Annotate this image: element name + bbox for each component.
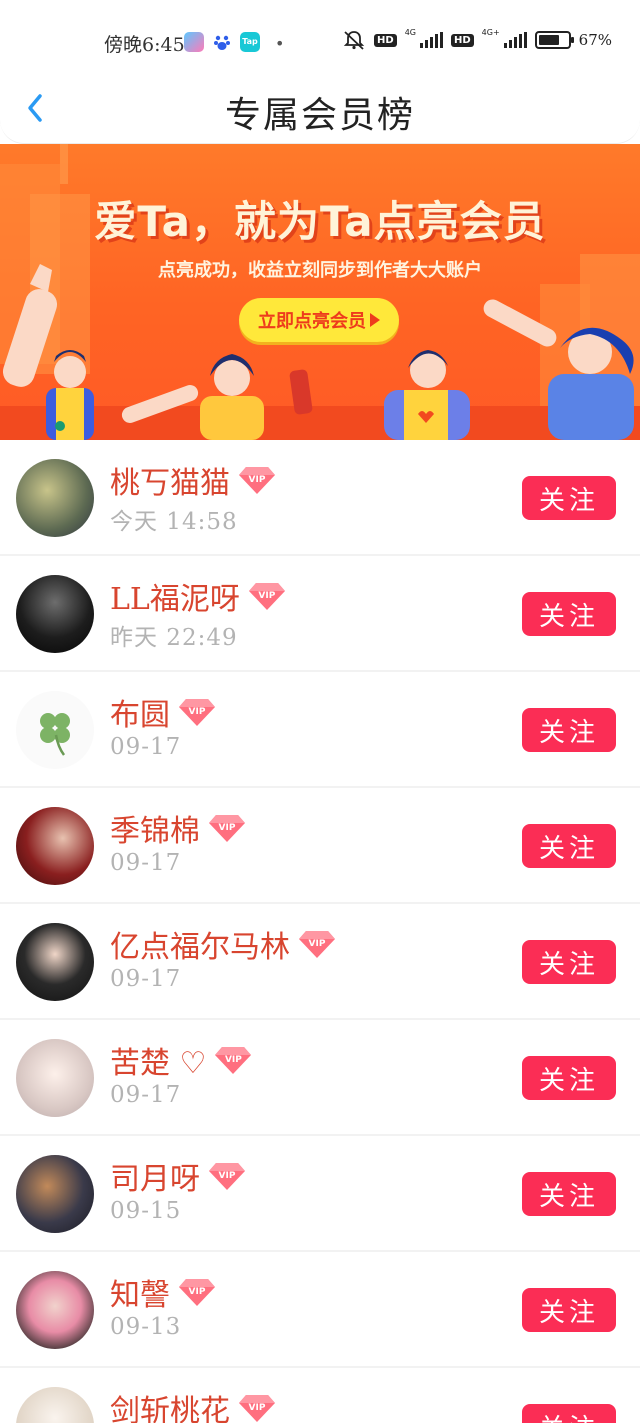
follow-button[interactable]: 关注 <box>522 476 616 520</box>
member-name: 知謦 <box>110 1278 170 1313</box>
follow-button[interactable]: 关注 <box>522 708 616 752</box>
list-item[interactable]: 桃丂猫猫 VIP 今天 14:58 关注 <box>0 440 640 556</box>
status-indicators: HD 4G HD 4G+ 67% <box>342 27 612 50</box>
baidu-app-icon <box>212 32 232 52</box>
avatar[interactable] <box>16 1155 94 1233</box>
vip-badge: VIP <box>178 697 216 727</box>
vip-badge: VIP <box>238 1393 276 1423</box>
member-time: 09-17 <box>110 1082 182 1108</box>
member-name: 亿点福尔马林 <box>110 930 290 965</box>
follow-button[interactable]: 关注 <box>522 1404 616 1423</box>
member-time: 09-17 <box>110 734 182 760</box>
member-name: 布圆 <box>110 698 170 733</box>
list-item[interactable]: 剑斩桃花 VIP 关注 <box>0 1368 640 1423</box>
follow-button[interactable]: 关注 <box>522 940 616 984</box>
member-time: 昨天 22:49 <box>110 625 238 651</box>
light-up-membership-label: 立即点亮会员 <box>258 311 366 331</box>
vip-badge: VIP <box>178 1277 216 1307</box>
avatar[interactable] <box>16 923 94 1001</box>
follow-button[interactable]: 关注 <box>522 1288 616 1332</box>
member-name: 司月呀 <box>110 1162 200 1197</box>
avatar[interactable] <box>16 1039 94 1117</box>
list-item[interactable]: 知謦 VIP 09-13 关注 <box>0 1252 640 1368</box>
follow-button[interactable]: 关注 <box>522 1056 616 1100</box>
avatar[interactable] <box>16 459 94 537</box>
avatar[interactable] <box>16 1271 94 1349</box>
signal-icon-1 <box>419 32 443 48</box>
member-time: 09-13 <box>110 1314 182 1340</box>
vip-badge: VIP <box>208 813 246 843</box>
hd-badge-1: HD <box>374 33 397 47</box>
battery-icon <box>534 31 574 49</box>
list-item[interactable]: 布圆 VIP 09-17 关注 <box>0 672 640 788</box>
member-name: LL福泥呀 <box>110 582 240 617</box>
list-item[interactable]: 苦楚 ♡ VIP 09-17 关注 <box>0 1020 640 1136</box>
battery-percent: 67% <box>578 31 612 49</box>
member-time: 09-17 <box>110 850 182 876</box>
member-time: 今天 14:58 <box>110 509 238 535</box>
light-up-membership-button[interactable]: 立即点亮会员 <box>239 298 399 342</box>
list-item[interactable]: 季锦棉 VIP 09-17 关注 <box>0 788 640 904</box>
follow-button[interactable]: 关注 <box>522 592 616 636</box>
hd-badge-2: HD <box>450 33 474 47</box>
avatar[interactable] <box>16 1387 94 1423</box>
list-item[interactable]: 亿点福尔马林 VIP 09-17 关注 <box>0 904 640 1020</box>
vip-badge: VIP <box>298 929 336 959</box>
notification-dot: • <box>275 34 285 53</box>
member-name: 剑斩桃花 <box>110 1394 230 1423</box>
signal-icon-2 <box>503 32 527 48</box>
network-type-1: 4G <box>404 27 416 37</box>
nav-header: 专属会员榜 <box>0 70 640 144</box>
network-type-2: 4G+ <box>481 27 500 37</box>
member-name: 苦楚 ♡ <box>110 1046 207 1081</box>
member-time: 09-17 <box>110 966 182 992</box>
play-arrow-icon <box>370 313 380 327</box>
status-time: 傍晚6:45 <box>104 34 185 56</box>
banner-subtitle: 点亮成功，收益立刻同步到作者大大账户 <box>158 260 482 281</box>
list-item[interactable]: LL福泥呀 VIP 昨天 22:49 关注 <box>0 556 640 672</box>
vip-badge: VIP <box>208 1161 246 1191</box>
status-bar: 傍晚6:45 Tap • HD 4G HD 4G+ 67% <box>0 0 640 70</box>
avatar[interactable] <box>16 575 94 653</box>
list-item[interactable]: 司月呀 VIP 09-15 关注 <box>0 1136 640 1252</box>
bell-slash-icon <box>343 31 365 50</box>
avatar[interactable] <box>16 807 94 885</box>
follow-button[interactable]: 关注 <box>522 824 616 868</box>
vip-badge: VIP <box>238 465 276 495</box>
vip-badge: VIP <box>214 1045 252 1075</box>
promo-banner[interactable]: 爱Ta，就为Ta点亮会员 点亮成功，收益立刻同步到作者大大账户 立即点亮会员 <box>0 144 640 440</box>
follow-button[interactable]: 关注 <box>522 1172 616 1216</box>
page-title: 专属会员榜 <box>224 95 415 136</box>
game-app-icon <box>184 32 204 52</box>
member-name: 季锦棉 <box>110 814 200 849</box>
member-list: 桃丂猫猫 VIP 今天 14:58 关注 LL福泥呀 VIP 昨天 22:49 关注… <box>0 440 640 1423</box>
member-name: 桃丂猫猫 <box>110 466 230 501</box>
vip-badge: VIP <box>248 581 286 611</box>
tap-app-icon: Tap <box>240 32 260 52</box>
avatar[interactable] <box>16 691 94 769</box>
banner-title: 爱Ta，就为Ta点亮会员 <box>94 197 546 246</box>
member-time: 09-15 <box>110 1198 182 1224</box>
